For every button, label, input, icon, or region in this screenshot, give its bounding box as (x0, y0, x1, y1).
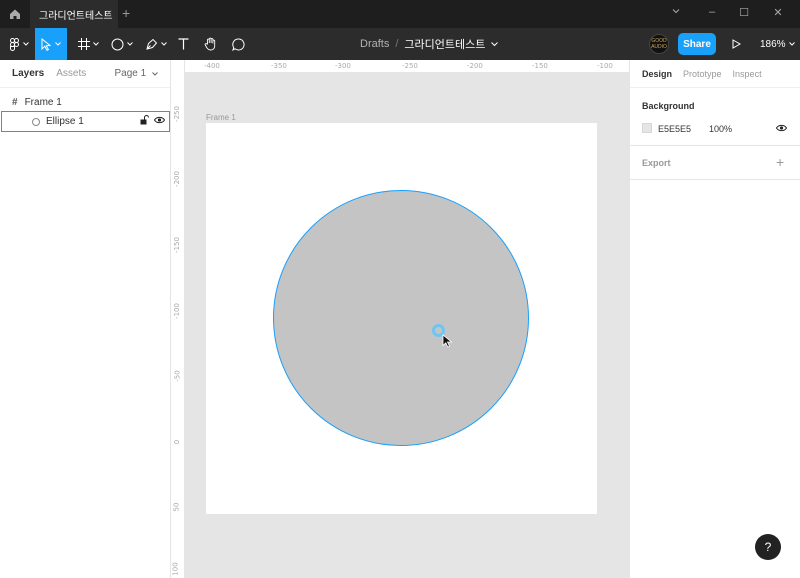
ruler-tick: -100 (597, 62, 613, 70)
zoom-level: 186% (760, 38, 786, 50)
chevron-down-icon (788, 42, 795, 46)
ellipse-icon (111, 38, 124, 50)
tab-assets[interactable]: Assets (56, 68, 86, 79)
background-hex-input[interactable]: E5E5E5 (658, 124, 691, 134)
chevron-down-icon[interactable] (668, 6, 684, 19)
page-selector[interactable]: Page 1 (115, 68, 158, 79)
file-tab[interactable]: 그라디언트테스트 × (30, 0, 118, 28)
eye-icon[interactable] (153, 116, 166, 127)
help-button[interactable]: ? (755, 534, 781, 560)
ruler-tick: 50 (172, 502, 181, 512)
pen-icon (146, 38, 158, 50)
text-tool[interactable] (174, 28, 192, 60)
ruler-tick: -150 (532, 62, 548, 70)
divider (630, 145, 800, 146)
close-window-button[interactable]: ✕ (770, 6, 786, 19)
background-color-swatch[interactable] (642, 123, 652, 133)
frame-layer-icon: # (12, 96, 18, 108)
canvas[interactable]: -400 -350 -300 -250 -200 -150 -100 -250 … (171, 60, 629, 578)
main-menu-button[interactable] (6, 28, 32, 60)
file-name[interactable]: 그라디언트테스트 (404, 36, 485, 52)
breadcrumb: Drafts / 그라디언트테스트 (360, 28, 499, 60)
properties-panel: Design Prototype Inspect Background E5E5… (629, 60, 800, 578)
figma-logo-icon (9, 37, 19, 51)
mouse-cursor-icon (442, 334, 453, 348)
frame-1[interactable] (206, 123, 597, 514)
divider (630, 179, 800, 180)
text-icon (178, 38, 188, 50)
ruler-tick: -250 (402, 62, 418, 70)
background-section-title: Background (642, 101, 695, 111)
ruler-tick: -200 (172, 171, 181, 187)
page-label: Page 1 (114, 68, 147, 79)
avatar[interactable]: GOOD AUDIO (649, 34, 669, 54)
frame-tool[interactable] (73, 28, 103, 60)
close-tab-icon[interactable]: × (106, 8, 112, 19)
layers-panel: Layers Assets Page 1 # Frame 1 Ellipse 1 (0, 60, 171, 578)
comment-icon (231, 37, 244, 51)
frame-icon (77, 38, 90, 50)
layer-ellipse[interactable]: Ellipse 1 (1, 111, 170, 132)
tab-design[interactable]: Design (642, 69, 672, 79)
right-panel-tabs: Design Prototype Inspect (630, 60, 800, 88)
left-panel-tabs: Layers Assets Page 1 (0, 60, 170, 88)
zoom-menu[interactable]: 186% (760, 28, 795, 60)
present-button[interactable] (728, 28, 744, 60)
frame-label[interactable]: Frame 1 (206, 113, 236, 122)
hand-tool[interactable] (200, 28, 220, 60)
ruler-tick: -400 (204, 62, 220, 70)
move-tool[interactable] (35, 28, 67, 60)
ruler-tick: -50 (173, 370, 182, 382)
chevron-down-icon[interactable] (491, 41, 499, 47)
export-section-title: Export (642, 158, 671, 168)
ruler-vertical: -250 -200 -150 -100 -50 0 50 100 (171, 60, 185, 578)
ruler-tick: -250 (172, 106, 181, 122)
unlock-icon[interactable] (140, 115, 149, 128)
background-opacity-input[interactable]: 100% (709, 124, 732, 134)
add-export-button[interactable]: + (776, 154, 784, 170)
tab-layers[interactable]: Layers (12, 68, 44, 79)
minimize-button[interactable]: – (704, 6, 720, 18)
ruler-horizontal: -400 -350 -300 -250 -200 -150 -100 (171, 60, 629, 73)
chevron-down-icon (152, 72, 158, 76)
ruler-tick: -100 (172, 303, 181, 319)
ruler-tick: 0 (173, 439, 182, 445)
eye-icon[interactable] (775, 123, 788, 135)
ruler-tick: -150 (172, 237, 181, 253)
layer-frame[interactable]: # Frame 1 (0, 92, 171, 112)
tab-prototype[interactable]: Prototype (683, 69, 722, 79)
ruler-tick: -300 (335, 62, 351, 70)
share-button[interactable]: Share (678, 33, 716, 55)
play-icon (732, 39, 741, 49)
file-tab-title: 그라디언트테스트 (39, 10, 113, 22)
ellipse-1[interactable] (273, 190, 529, 446)
home-icon[interactable] (0, 0, 30, 28)
tab-inspect[interactable]: Inspect (733, 69, 762, 79)
cursor-icon (41, 37, 52, 51)
pen-tool[interactable] (141, 28, 171, 60)
breadcrumb-separator: / (395, 38, 399, 50)
layer-name: Frame 1 (24, 96, 62, 108)
comment-tool[interactable] (228, 28, 248, 60)
ruler-tick: 100 (171, 562, 180, 576)
ruler-tick: -350 (271, 62, 287, 70)
breadcrumb-drafts[interactable]: Drafts (360, 38, 389, 50)
shape-tool[interactable] (107, 28, 137, 60)
maximize-button[interactable]: ☐ (736, 6, 752, 19)
ellipse-layer-icon (32, 118, 40, 126)
layer-name: Ellipse 1 (46, 116, 84, 127)
hand-icon (204, 37, 215, 51)
ruler-tick: -200 (467, 62, 483, 70)
new-tab-button[interactable]: + (122, 5, 130, 21)
toolbar: Drafts / 그라디언트테스트 GOOD AUDIO Share 186% (0, 28, 800, 60)
title-bar: 그라디언트테스트 × + – ☐ ✕ (0, 0, 800, 28)
